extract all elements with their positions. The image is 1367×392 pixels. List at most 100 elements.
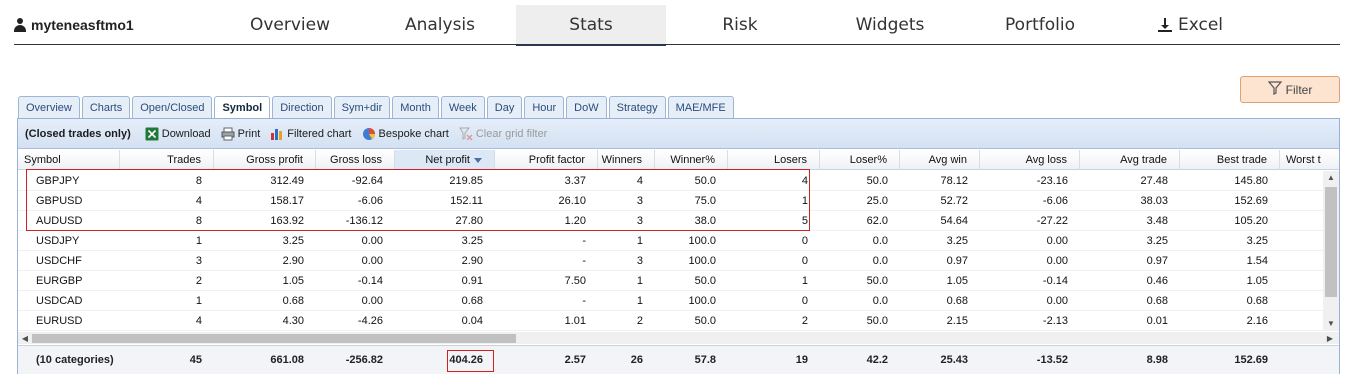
table-row[interactable]: USDJPY 1 3.25 0.00 3.25 - 1 100.0 0 0.0 3.25 0.00 3.… xyxy=(18,231,1323,251)
nav-tab-excel[interactable]: Excel xyxy=(1132,5,1248,44)
excel-icon xyxy=(145,127,159,141)
highlight-top-rows xyxy=(26,169,810,231)
nav-tab-overview[interactable]: Overview xyxy=(232,5,348,44)
subtab-overview[interactable]: Overview xyxy=(18,96,80,118)
total-avg-trade: 8.98 xyxy=(1146,354,1168,366)
column-header-gross-loss[interactable]: Gross loss xyxy=(316,150,395,170)
column-header-net-profit[interactable]: Net profit xyxy=(395,150,495,170)
cell-symbol: USDCAD xyxy=(36,295,83,307)
vertical-scroll-thumb[interactable] xyxy=(1325,187,1337,297)
column-header-avg-trade[interactable]: Avg trade xyxy=(1080,150,1180,170)
subtab-hour[interactable]: Hour xyxy=(524,96,565,118)
table-row[interactable]: USDCHF 3 2.90 0.00 2.90 - 3 100.0 0 0.0 0.97 0.00 0.… xyxy=(18,251,1323,271)
cell-winner: 100.0 xyxy=(688,295,716,307)
cell-loser: 25.0 xyxy=(866,195,888,207)
cell-symbol: EURGBP xyxy=(36,275,83,287)
cell-winners: 1 xyxy=(636,235,643,247)
cell-avg-trade: 3.25 xyxy=(1146,235,1168,247)
bespoke-chart-button[interactable]: Bespoke chart xyxy=(362,127,449,141)
cell-best-trade: 2.16 xyxy=(1246,315,1268,327)
subtab-dow[interactable]: DoW xyxy=(566,96,607,118)
column-header-winners[interactable]: Winners xyxy=(598,150,655,170)
sort-descending-icon xyxy=(474,157,482,163)
cell-avg-loss: 0.00 xyxy=(1046,295,1068,307)
column-header-profit-factor[interactable]: Profit factor xyxy=(495,150,598,170)
subtab-strategy[interactable]: Strategy xyxy=(608,96,666,118)
cell-winners: 3 xyxy=(636,255,643,267)
scroll-up-arrow-icon[interactable]: ▲ xyxy=(1323,171,1339,185)
column-header-loser[interactable]: Loser% xyxy=(820,150,900,170)
total-losers: 19 xyxy=(795,354,808,366)
filter-button[interactable]: Filter xyxy=(1240,76,1340,103)
filtered-chart-button[interactable]: Filtered chart xyxy=(270,127,352,141)
scroll-right-arrow-icon[interactable]: ▶ xyxy=(1323,332,1337,344)
column-header-best-trade[interactable]: Best trade xyxy=(1180,150,1280,170)
symbol-stats-panel: (Closed trades only) Download Print Filt… xyxy=(17,118,1340,374)
cell-net-profit: 0.68 xyxy=(461,295,483,307)
subtab-day[interactable]: Day xyxy=(486,96,523,118)
print-button[interactable]: Print xyxy=(221,127,260,141)
subtab-month[interactable]: Month xyxy=(392,96,439,118)
nav-tab-risk[interactable]: Risk xyxy=(682,5,798,44)
column-header-losers[interactable]: Losers xyxy=(728,150,820,170)
cell-net-profit: 2.90 xyxy=(461,255,483,267)
account-name[interactable]: myteneasftmo1 xyxy=(14,17,134,33)
cell-best-trade: 0.68 xyxy=(1246,295,1268,307)
column-header-symbol[interactable]: Symbol xyxy=(18,150,120,170)
scroll-down-arrow-icon[interactable]: ▼ xyxy=(1323,317,1339,331)
total-loser: 42.2 xyxy=(866,354,888,366)
cell-avg-win: 0.97 xyxy=(946,255,968,267)
cell-avg-trade: 27.48 xyxy=(1140,175,1168,187)
total-gross-profit: 661.08 xyxy=(270,354,304,366)
cell-net-profit: 3.25 xyxy=(461,235,483,247)
cell-gross-profit: 0.68 xyxy=(282,295,304,307)
printer-icon xyxy=(221,127,235,141)
column-header-worst-t[interactable]: Worst t xyxy=(1280,150,1339,170)
cell-trades: 3 xyxy=(195,255,202,267)
nav-divider xyxy=(14,44,1340,45)
highlight-net-profit-total xyxy=(447,350,494,372)
cell-gross-loss: 0.00 xyxy=(361,235,383,247)
column-header-winner[interactable]: Winner% xyxy=(655,150,728,170)
nav-tab-widgets[interactable]: Widgets xyxy=(832,5,948,44)
cell-avg-trade: 0.01 xyxy=(1146,315,1168,327)
subtab-mae-mfe[interactable]: MAE/MFE xyxy=(667,96,734,118)
cell-avg-win: 2.15 xyxy=(946,315,968,327)
cell-profit-factor: - xyxy=(582,255,586,267)
cell-losers: 0 xyxy=(801,295,808,307)
subtab-open-closed[interactable]: Open/Closed xyxy=(132,96,213,118)
scroll-left-arrow-icon[interactable]: ◀ xyxy=(18,332,32,344)
table-row[interactable]: EURGBP 2 1.05 -0.14 0.91 7.50 1 50.0 1 50.0 1.05 -0… xyxy=(18,271,1323,291)
subtab-direction[interactable]: Direction xyxy=(272,96,332,118)
cell-avg-win: 0.68 xyxy=(946,295,968,307)
total-avg-loss: -13.52 xyxy=(1036,354,1068,366)
nav-tab-portfolio[interactable]: Portfolio xyxy=(982,5,1098,44)
nav-tab-analysis[interactable]: Analysis xyxy=(382,5,498,44)
cell-losers: 2 xyxy=(801,315,808,327)
horizontal-scrollbar[interactable]: ◀ ▶ xyxy=(18,332,1339,344)
cell-avg-win: 1.05 xyxy=(946,275,968,287)
table-row[interactable]: USDCAD 1 0.68 0.00 0.68 - 1 100.0 0 0.0 0.68 0.00 0.… xyxy=(18,291,1323,311)
cell-loser: 50.0 xyxy=(866,175,888,187)
vertical-scrollbar[interactable]: ▲ ▼ xyxy=(1323,171,1339,331)
filter-icon xyxy=(1267,81,1282,98)
column-header-avg-win[interactable]: Avg win xyxy=(900,150,980,170)
download-button[interactable]: Download xyxy=(145,127,211,141)
cell-profit-factor: - xyxy=(582,235,586,247)
horizontal-scroll-thumb[interactable] xyxy=(32,334,516,343)
cell-avg-win: 78.12 xyxy=(940,175,968,187)
column-header-gross-profit[interactable]: Gross profit xyxy=(214,150,316,170)
subtab-charts[interactable]: Charts xyxy=(81,96,131,118)
cell-net-profit: 0.91 xyxy=(461,275,483,287)
column-header-avg-loss[interactable]: Avg loss xyxy=(980,150,1080,170)
table-row[interactable]: EURUSD 4 4.30 -4.26 0.04 1.01 2 50.0 2 50.0 2.15 -2… xyxy=(18,311,1323,331)
subtab-week[interactable]: Week xyxy=(440,96,485,118)
cell-trades: 4 xyxy=(195,315,202,327)
total-winners: 26 xyxy=(630,354,643,366)
column-header-trades[interactable]: Trades xyxy=(120,150,214,170)
nav-tab-stats[interactable]: Stats xyxy=(516,5,666,46)
subtab-symbol[interactable]: Symbol xyxy=(214,96,271,119)
subtab-sym-dir[interactable]: Sym+dir xyxy=(333,96,391,118)
cell-trades: 2 xyxy=(195,275,202,287)
clear-grid-filter-button[interactable]: Clear grid filter xyxy=(458,127,547,141)
